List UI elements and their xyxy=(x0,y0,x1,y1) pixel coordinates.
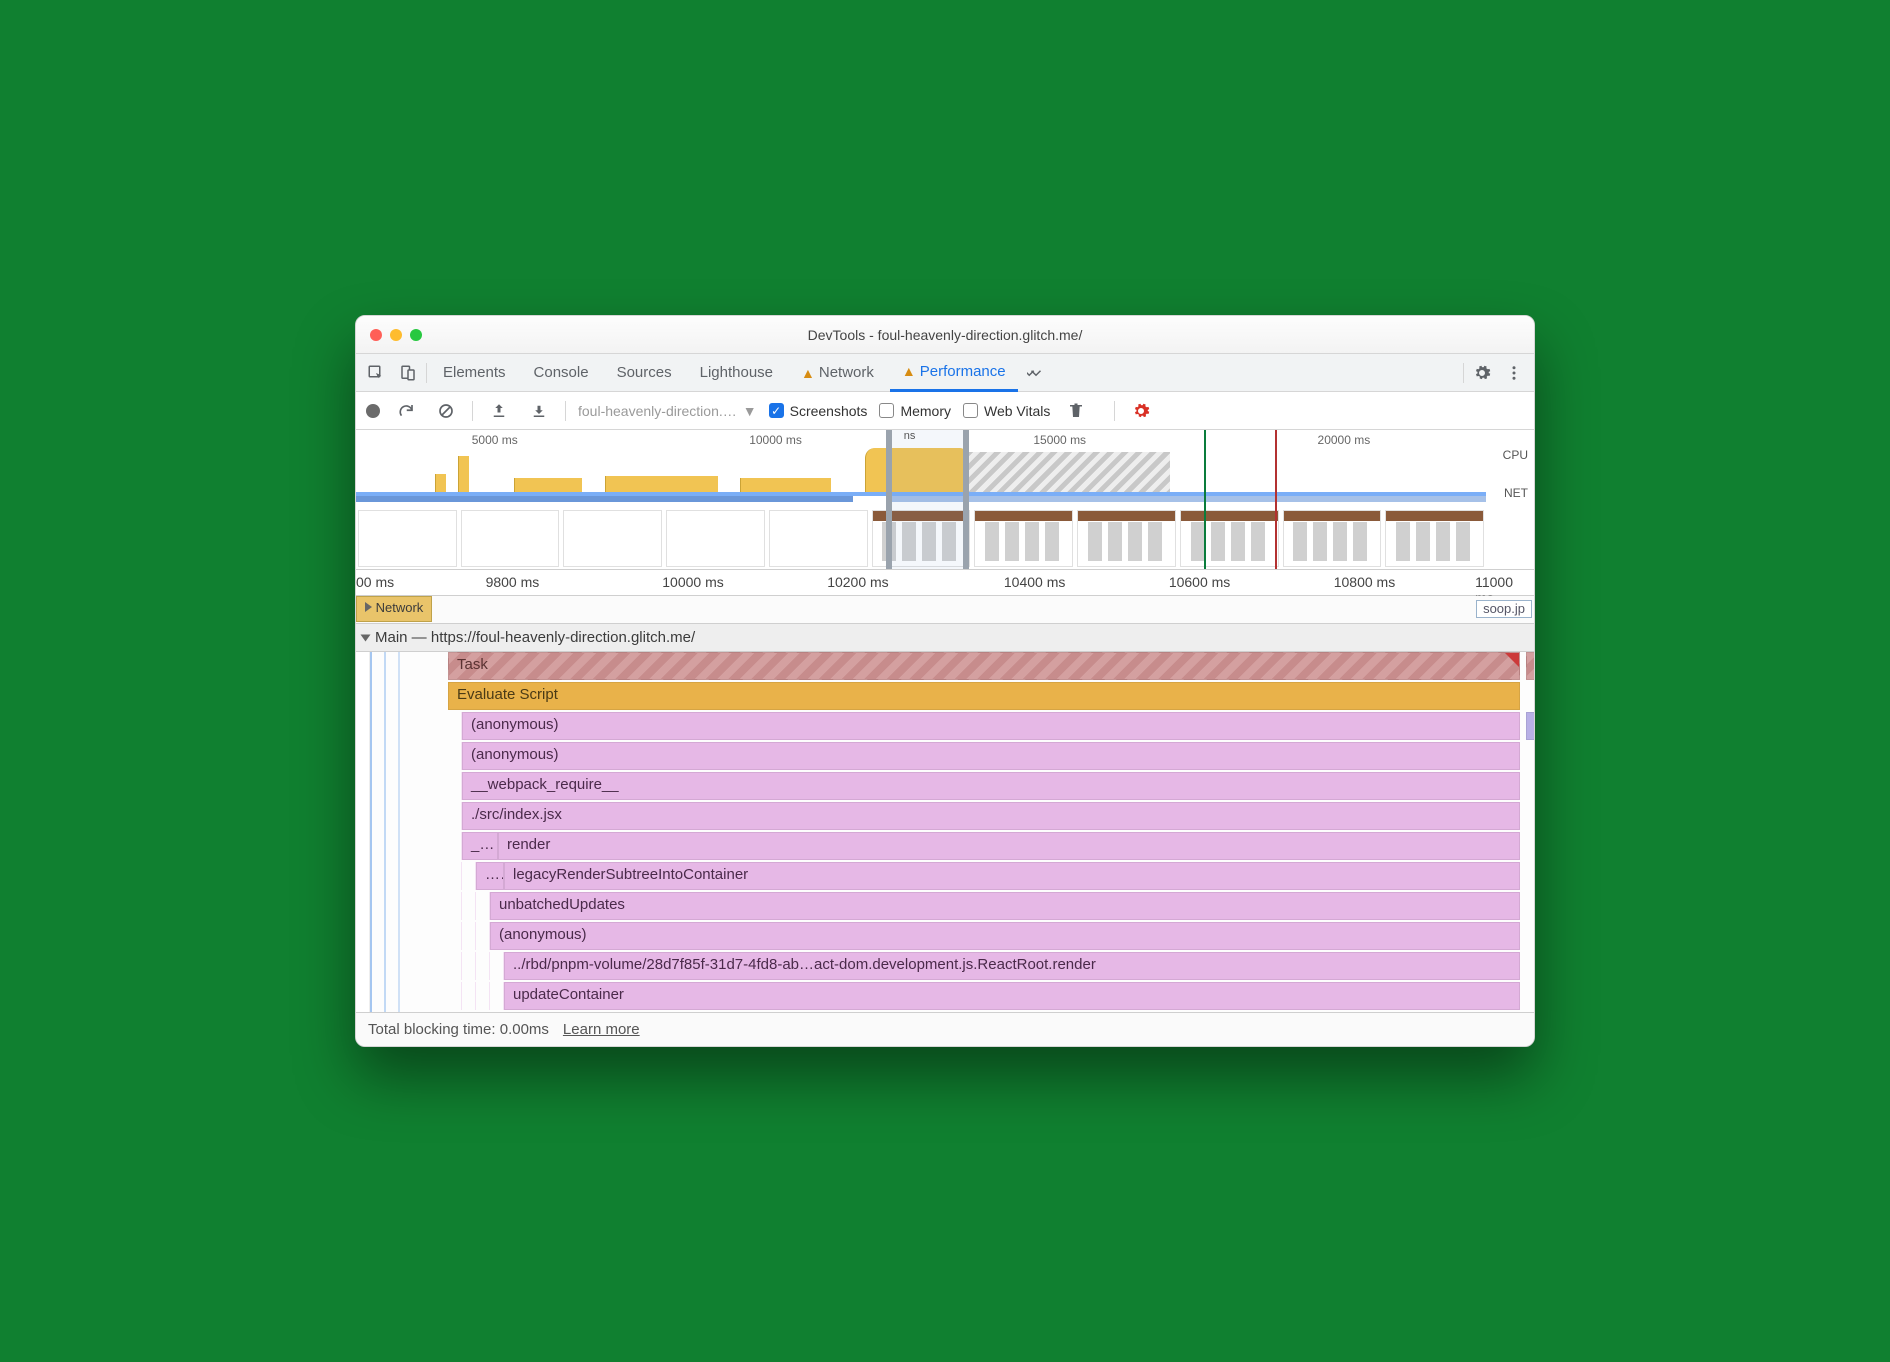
flame-bar[interactable]: unbatchedUpdates xyxy=(490,892,1520,920)
flame-bar[interactable]: (anonymous) xyxy=(490,922,1520,950)
tab-elements[interactable]: Elements xyxy=(431,354,518,392)
overview-tick: 15000 ms xyxy=(1033,433,1086,447)
window-title: DevTools - foul-heavenly-direction.glitc… xyxy=(356,327,1534,343)
perf-toolbar: foul-heavenly-direction.…▼ ✓Screenshots … xyxy=(356,392,1534,430)
tab-console[interactable]: Console xyxy=(522,354,601,392)
screenshots-checkbox[interactable]: ✓Screenshots xyxy=(769,403,868,419)
ns-label: ns xyxy=(904,430,916,442)
kebab-icon[interactable] xyxy=(1500,359,1528,387)
flame-bar-task[interactable]: Task xyxy=(1526,652,1534,680)
flame-bar[interactable]: ../rbd/pnpm-volume/28d7f85f-31d7-4fd8-ab… xyxy=(504,952,1520,980)
settings-icon[interactable] xyxy=(1468,359,1496,387)
titlebar: DevTools - foul-heavenly-direction.glitc… xyxy=(356,316,1534,354)
ruler-tick: 10600 ms xyxy=(1169,574,1230,590)
tab-network[interactable]: ▲Network xyxy=(789,354,886,392)
upload-icon[interactable] xyxy=(485,397,513,425)
tab-sources[interactable]: Sources xyxy=(605,354,684,392)
devtools-tabs: Elements Console Sources Lighthouse ▲Net… xyxy=(356,354,1534,392)
marker-line xyxy=(1275,430,1277,569)
cpu-label: CPU xyxy=(1486,448,1528,486)
download-icon[interactable] xyxy=(525,397,553,425)
devtools-window: DevTools - foul-heavenly-direction.glitc… xyxy=(355,315,1535,1047)
timeline-ruler[interactable]: 00 ms 9800 ms 10000 ms 10200 ms 10400 ms… xyxy=(356,570,1534,596)
footer: Total blocking time: 0.00ms Learn more xyxy=(356,1012,1534,1046)
memory-checkbox[interactable]: Memory xyxy=(879,403,951,419)
flame-bar[interactable]: Evaluate Script xyxy=(448,682,1520,710)
chevron-down-icon: ▼ xyxy=(743,403,757,419)
flame-bar[interactable]: __webpack_require__ xyxy=(462,772,1520,800)
ruler-tick: 9800 ms xyxy=(486,574,540,590)
network-request-chip[interactable]: soop.jp xyxy=(1476,600,1532,618)
flame-bar-task[interactable]: Task xyxy=(448,652,1520,680)
capture-settings-icon[interactable] xyxy=(1127,397,1155,425)
learn-more-link[interactable]: Learn more xyxy=(563,1021,640,1038)
record-icon[interactable] xyxy=(366,404,380,418)
tab-performance[interactable]: ▲Performance xyxy=(890,354,1018,392)
main-track-header[interactable]: Main — https://foul-heavenly-direction.g… xyxy=(356,624,1534,652)
ruler-tick: 10000 ms xyxy=(662,574,723,590)
ruler-tick: 10400 ms xyxy=(1004,574,1065,590)
flame-bar[interactable]: render xyxy=(498,832,1520,860)
webvitals-checkbox[interactable]: Web Vitals xyxy=(963,403,1050,419)
disclosure-icon xyxy=(361,634,371,641)
trash-icon[interactable] xyxy=(1062,397,1090,425)
tracks: Network soop.jp Main — https://foul-heav… xyxy=(356,596,1534,1012)
more-tabs-icon[interactable] xyxy=(1022,359,1050,387)
flame-bar[interactable]: updateContainer xyxy=(504,982,1520,1010)
profile-select[interactable]: foul-heavenly-direction.…▼ xyxy=(578,403,757,419)
net-label: NET xyxy=(1486,486,1528,500)
ruler-tick: 10800 ms xyxy=(1334,574,1395,590)
flame-bar[interactable]: ./src/index.jsx xyxy=(462,802,1520,830)
ruler-tick: 00 ms xyxy=(356,574,394,590)
marker-line xyxy=(1204,430,1206,569)
warning-icon: ▲ xyxy=(902,363,916,379)
warning-icon: ▲ xyxy=(801,365,815,381)
overview-tick: 20000 ms xyxy=(1318,433,1371,447)
flame-bar[interactable]: L…t xyxy=(1526,712,1534,740)
ruler-tick: 10200 ms xyxy=(827,574,888,590)
inspect-icon[interactable] xyxy=(362,359,390,387)
network-track-header[interactable]: Network xyxy=(356,596,432,622)
flame-bar[interactable]: …. xyxy=(476,862,504,890)
overview-tick: 5000 ms xyxy=(472,433,518,447)
flame-bar[interactable]: legacyRenderSubtreeIntoContainer xyxy=(504,862,1520,890)
clear-icon[interactable] xyxy=(432,397,460,425)
flame-bar[interactable]: (anonymous) xyxy=(462,742,1520,770)
tbt-label: Total blocking time: 0.00ms xyxy=(368,1021,549,1038)
overview-tick: 10000 ms xyxy=(749,433,802,447)
overview-window[interactable] xyxy=(886,430,968,569)
overview-minimap[interactable]: 5000 ms 10000 ms 15000 ms 20000 ms CPU N… xyxy=(356,430,1534,570)
tab-lighthouse[interactable]: Lighthouse xyxy=(688,354,785,392)
device-toggle-icon[interactable] xyxy=(394,359,422,387)
disclosure-icon xyxy=(365,602,372,612)
gutter xyxy=(356,652,370,1012)
flame-bar[interactable]: _…_ xyxy=(462,832,498,860)
reload-icon[interactable] xyxy=(392,397,420,425)
network-track[interactable]: Network soop.jp xyxy=(356,596,1534,624)
flame-bar[interactable]: (anonymous) xyxy=(462,712,1520,740)
flame-chart[interactable]: Task Task Evaluate Script L…t (anonymous… xyxy=(356,652,1534,1012)
